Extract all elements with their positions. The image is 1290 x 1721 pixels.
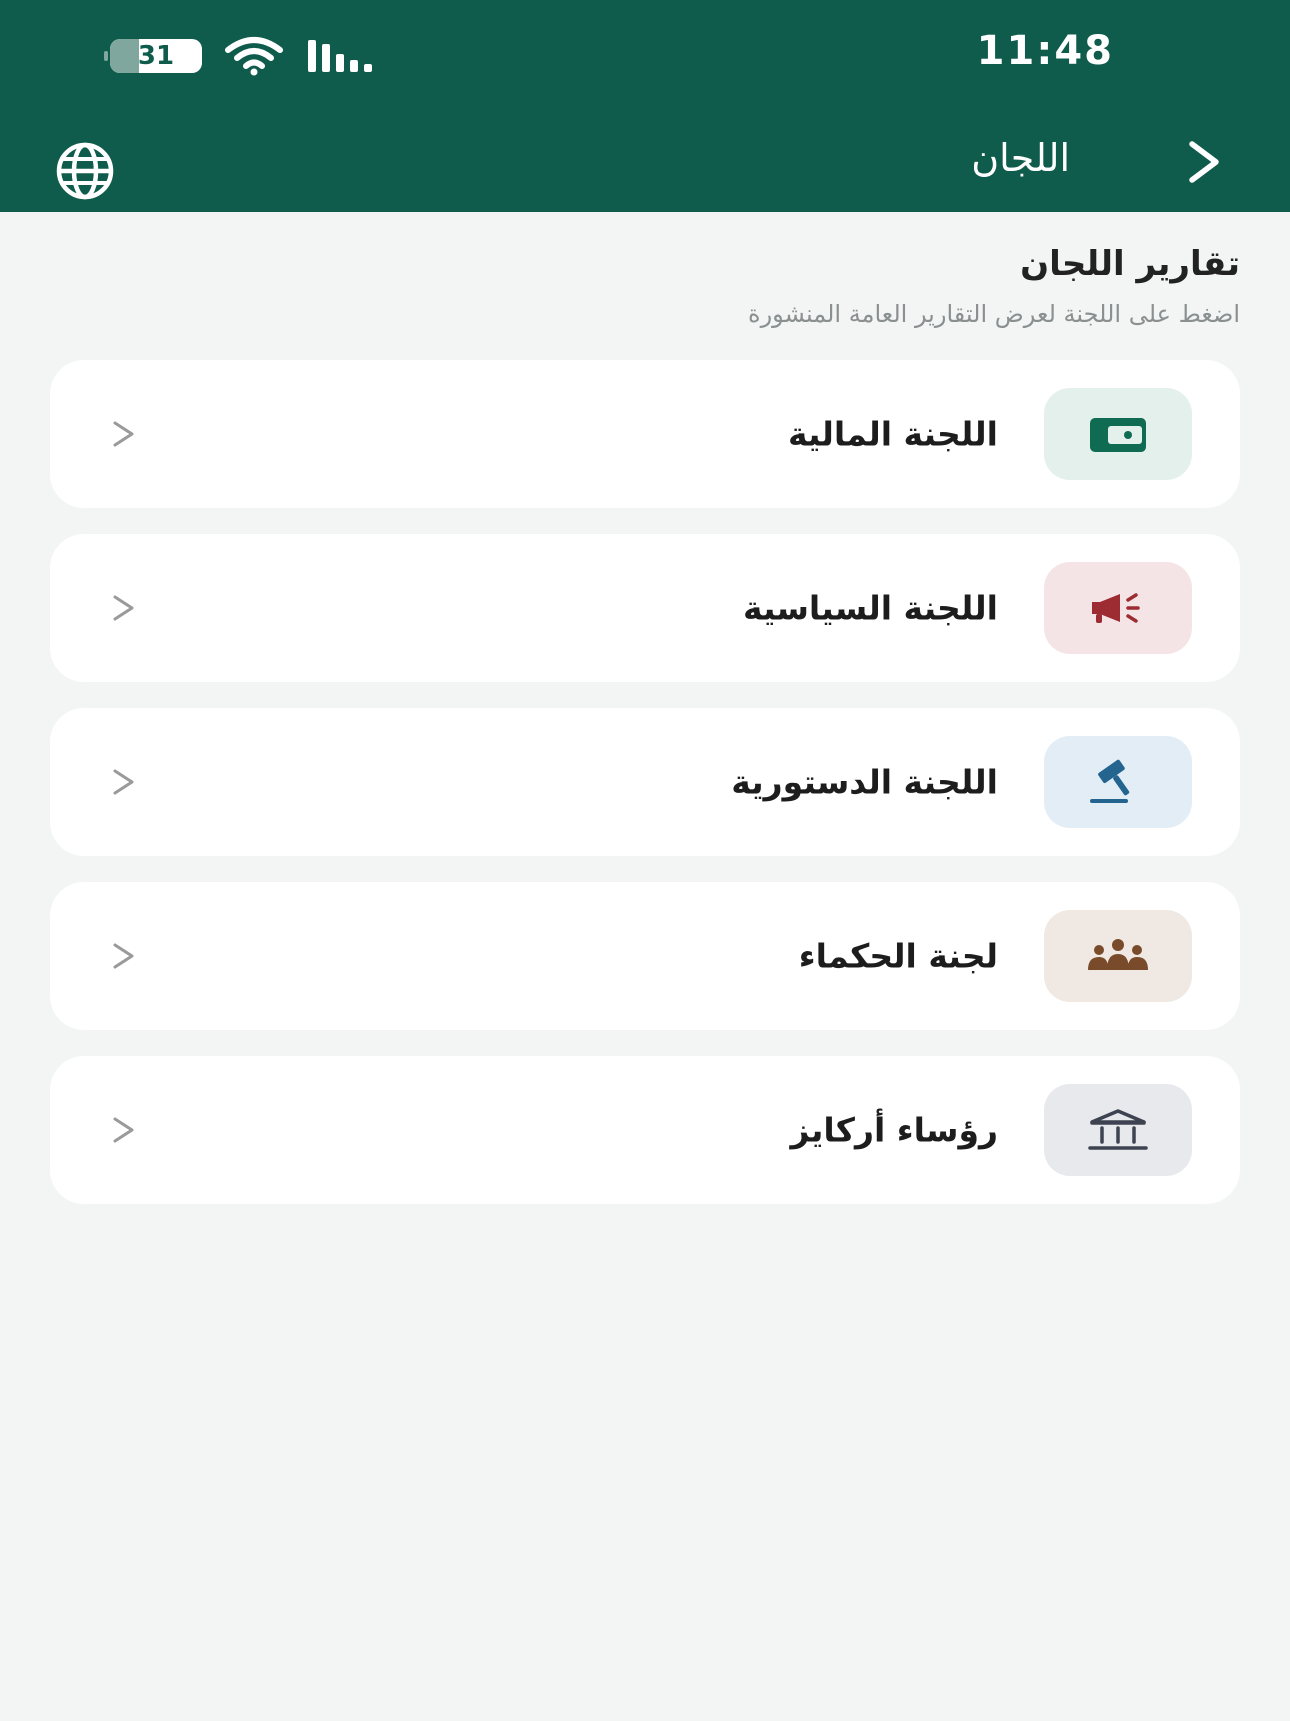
chevron-right-icon — [113, 595, 134, 621]
people-group-icon — [1088, 939, 1148, 970]
app-header: 31 11:48 اللجان — [0, 0, 1290, 212]
committee-card-financial[interactable]: اللجنة المالية — [50, 360, 1240, 508]
committee-card-wise-men[interactable]: لجنة الحكماء — [50, 882, 1240, 1030]
committee-icon-box — [1044, 736, 1192, 828]
committee-icon-box — [1044, 1084, 1192, 1176]
committee-card-constitutional[interactable]: اللجنة الدستورية — [50, 708, 1240, 856]
committee-card-heads[interactable]: رؤساء أركايز — [50, 1056, 1240, 1204]
app-screen: 31 11:48 اللجان تقارير اللجان اضغط على ا… — [0, 0, 1290, 1721]
chevron-right-icon — [113, 769, 134, 795]
committee-icon-box — [1044, 388, 1192, 480]
status-icons: 31 — [104, 36, 376, 76]
gavel-icon — [1090, 759, 1130, 803]
page-title: اللجان — [971, 136, 1070, 180]
chevron-right-icon — [113, 421, 134, 447]
committee-icon-box — [1044, 562, 1192, 654]
committee-label: لجنة الحكماء — [798, 936, 998, 976]
chevron-right-icon — [113, 1117, 134, 1143]
committee-card-political[interactable]: اللجنة السياسية — [50, 534, 1240, 682]
megaphone-icon — [1092, 593, 1140, 623]
wifi-icon — [225, 37, 283, 76]
committee-label: رؤساء أركايز — [790, 1110, 998, 1150]
committee-icon-box — [1044, 910, 1192, 1002]
committee-label: اللجنة السياسية — [742, 588, 998, 628]
committee-label: اللجنة المالية — [787, 414, 998, 454]
back-chevron-icon[interactable] — [1182, 138, 1230, 186]
section-subtitle: اضغط على اللجنة لعرض التقارير العامة الم… — [748, 300, 1240, 328]
chevron-right-icon — [113, 943, 134, 969]
battery-level: 31 — [137, 41, 175, 71]
cellular-signal-icon — [308, 40, 372, 72]
wallet-icon — [1090, 418, 1146, 452]
battery-icon: 31 — [104, 39, 202, 73]
status-time: 11:48 — [976, 28, 1114, 74]
section-title: تقارير اللجان — [1020, 244, 1240, 284]
institution-icon — [1088, 1109, 1148, 1150]
committee-label: اللجنة الدستورية — [731, 762, 998, 802]
globe-icon[interactable] — [54, 140, 116, 202]
battery-nub — [104, 51, 108, 61]
